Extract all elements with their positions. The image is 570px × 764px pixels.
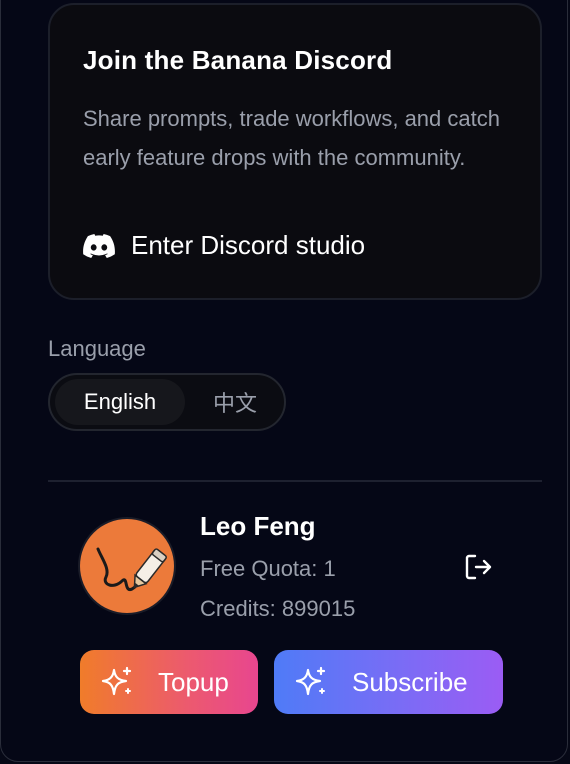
- enter-discord-link[interactable]: Enter Discord studio: [83, 230, 365, 261]
- avatar: [80, 519, 174, 613]
- topup-label: Topup: [158, 666, 229, 697]
- discord-card-title: Join the Banana Discord: [83, 45, 393, 75]
- language-toggle: English 中文: [48, 373, 286, 431]
- sparkles-icon: [100, 665, 134, 699]
- subscribe-button[interactable]: Subscribe: [274, 650, 503, 714]
- language-option-english[interactable]: English: [55, 379, 185, 425]
- enter-discord-label: Enter Discord studio: [131, 230, 366, 260]
- topup-button[interactable]: Topup: [80, 650, 258, 714]
- language-option-chinese[interactable]: 中文: [190, 379, 280, 425]
- divider: [48, 480, 542, 482]
- discord-card-description: Share prompts, trade workflows, and catc…: [83, 106, 500, 170]
- sparkles-icon: [294, 665, 328, 699]
- discord-card: Join the Banana Discord Share prompts, t…: [48, 3, 542, 300]
- user-credits: Credits: 899015: [200, 596, 356, 621]
- logout-button[interactable]: [462, 551, 494, 583]
- user-free-quota: Free Quota: 1: [200, 556, 336, 581]
- user-name: Leo Feng: [200, 511, 316, 541]
- subscribe-label: Subscribe: [352, 666, 468, 697]
- logout-icon: [465, 554, 492, 580]
- language-label: Language: [48, 336, 146, 361]
- discord-icon: [83, 233, 115, 258]
